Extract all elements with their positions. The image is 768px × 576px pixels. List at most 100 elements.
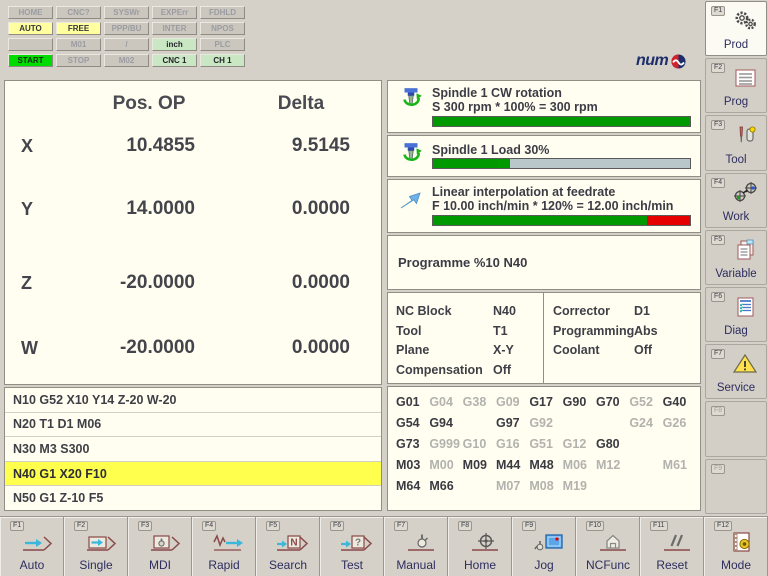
- key-inch[interactable]: inch: [152, 38, 197, 51]
- bar-fill-red: [647, 216, 690, 225]
- diagnostic-list-icon: [732, 295, 758, 319]
- gcode-cell: G10: [461, 437, 494, 454]
- toolbar-mdi-button[interactable]: F3 MDI: [128, 517, 192, 576]
- toolbar-ncfunc-button[interactable]: F10 NCFunc: [576, 517, 640, 576]
- gcode-cell: G24: [627, 416, 660, 433]
- nc-info-right: CorrectorD1 ProgrammingAbs CoolantOff: [553, 302, 658, 361]
- sidebar-item-diag[interactable]: F6 Diag: [705, 287, 767, 342]
- gcode-cell: G26: [661, 416, 694, 433]
- axis-z-pos: -20.0000: [53, 272, 195, 294]
- gcode-cell: M00: [427, 458, 460, 475]
- axis-w-label: W: [21, 338, 38, 359]
- spindle-icon: [398, 141, 424, 167]
- block-search-icon: F5 N: [265, 520, 311, 554]
- spindle-icon: [398, 86, 424, 112]
- sidebar-item-label: Tool: [706, 154, 766, 166]
- plane-label: Plane: [396, 341, 493, 361]
- svg-text:?: ?: [355, 538, 361, 549]
- toolbar-jog-button[interactable]: F9 Jog: [512, 517, 576, 576]
- mode-toolbar: F1 Auto F2 Sin: [0, 516, 768, 576]
- gcode-cell: M12: [594, 458, 627, 475]
- corrector-label: Corrector: [553, 302, 634, 322]
- sidebar-item-label: Variable: [706, 268, 766, 280]
- key-npos[interactable]: NPOS: [200, 22, 245, 35]
- key-cnc1[interactable]: CNC 1: [152, 54, 197, 67]
- spindle-rotation-bar: [432, 116, 691, 127]
- sidebar-item-prog[interactable]: F2 Prog: [705, 58, 767, 113]
- axis-w-pos: -20.0000: [53, 337, 195, 359]
- sidebar-item-variable[interactable]: F5 Variable: [705, 230, 767, 285]
- gcode-cell: [661, 479, 694, 496]
- gcode-cell: G01: [394, 395, 427, 412]
- toolbar-rapid-button[interactable]: F4 Rapid: [192, 517, 256, 576]
- gcode-cell: [594, 479, 627, 496]
- axis-z-label: Z: [21, 273, 32, 294]
- axis-y-pos: 14.0000: [53, 198, 195, 220]
- gcode-cell: G51: [527, 437, 560, 454]
- key-cnc[interactable]: CNC?: [56, 6, 101, 19]
- gcode-cell: [627, 437, 660, 454]
- work-offset-icon: [732, 181, 758, 205]
- toolbar-label: Home: [449, 558, 511, 572]
- toolbar-reset-button[interactable]: F11 Reset: [640, 517, 704, 576]
- key-plc[interactable]: PLC: [200, 38, 245, 51]
- gcode-cell: M61: [661, 458, 694, 475]
- gcode-cell: G90: [561, 395, 594, 412]
- sidebar-item-tool[interactable]: F3 Tool: [705, 115, 767, 170]
- key-inter[interactable]: INTER: [152, 22, 197, 35]
- key-ch1[interactable]: CH 1: [200, 54, 245, 67]
- key-slash[interactable]: /: [104, 38, 149, 51]
- toolbar-mode-button[interactable]: F12 Mode: [704, 517, 768, 576]
- key-free[interactable]: FREE: [56, 22, 101, 35]
- spindle-rotation-panel: Spindle 1 CW rotation S 300 rpm * 100% =…: [387, 80, 701, 133]
- toolbar-test-button[interactable]: F6 ? Test: [320, 517, 384, 576]
- axis-x-delta: 9.5145: [205, 135, 350, 157]
- toolbar-label: Test: [321, 558, 383, 572]
- toolbar-manual-button[interactable]: F7 Manual: [384, 517, 448, 576]
- spindle-load-panel: Spindle 1 Load 30%: [387, 135, 701, 177]
- toolbar-label: Single: [65, 558, 127, 572]
- gcode-cell: G52: [627, 395, 660, 412]
- key-home[interactable]: HOME: [8, 6, 53, 19]
- key-m01[interactable]: M01: [56, 38, 101, 51]
- toolbar-label: Jog: [513, 558, 575, 572]
- sidebar-item-work[interactable]: F4 Work: [705, 173, 767, 228]
- fkey-badge: F2: [711, 63, 725, 73]
- program-line: N30 M3 S300: [5, 437, 381, 462]
- fkey-badge: F1: [711, 6, 725, 16]
- manual-hand-icon: F7: [393, 520, 439, 554]
- key-fdhld[interactable]: FDHLD: [200, 6, 245, 19]
- key-m02[interactable]: M02: [104, 54, 149, 67]
- coolant-label: Coolant: [553, 341, 634, 361]
- variable-doc-icon: [732, 238, 758, 262]
- axis-w-delta: 0.0000: [205, 337, 350, 359]
- gcode-cell: [661, 437, 694, 454]
- mode-icon: F12: [713, 520, 759, 554]
- sidebar-item-service[interactable]: F7 Service: [705, 344, 767, 399]
- reset-slashes-icon: F11: [649, 520, 695, 554]
- toolbar-search-button[interactable]: F5 N Search: [256, 517, 320, 576]
- tool-label: Tool: [396, 322, 493, 342]
- key-blank[interactable]: [8, 38, 53, 51]
- toolbar-home-button[interactable]: F8 Home: [448, 517, 512, 576]
- key-syswr[interactable]: SYSWr: [104, 6, 149, 19]
- programming-value: Abs: [634, 324, 658, 338]
- sidebar-item-prod[interactable]: F1 Prod: [705, 1, 767, 56]
- programme-text: Programme %10 N40: [398, 255, 527, 270]
- sidebar-item-empty-f8[interactable]: F8: [705, 401, 767, 456]
- key-experr[interactable]: EXPErr: [152, 6, 197, 19]
- test-icon: F6 ?: [329, 520, 375, 554]
- nc-info-left: NC BlockN40 ToolT1 PlaneX-Y Compensation…: [396, 302, 516, 380]
- gcode-cell: M09: [461, 458, 494, 475]
- key-pppbu[interactable]: PPP/BU: [104, 22, 149, 35]
- spindle-rotation-value: S 300 rpm * 100% = 300 rpm: [432, 100, 598, 114]
- key-stop[interactable]: STOP: [56, 54, 101, 67]
- sidebar-item-empty-f9[interactable]: F9: [705, 459, 767, 514]
- spindle-load-bar: [432, 158, 691, 169]
- toolbar-auto-button[interactable]: F1 Auto: [0, 517, 64, 576]
- toolbar-single-button[interactable]: F2 Single: [64, 517, 128, 576]
- key-auto[interactable]: AUTO: [8, 22, 53, 35]
- plane-value: X-Y: [493, 343, 514, 357]
- key-start[interactable]: START: [8, 54, 53, 67]
- toolbar-label: Reset: [641, 558, 703, 572]
